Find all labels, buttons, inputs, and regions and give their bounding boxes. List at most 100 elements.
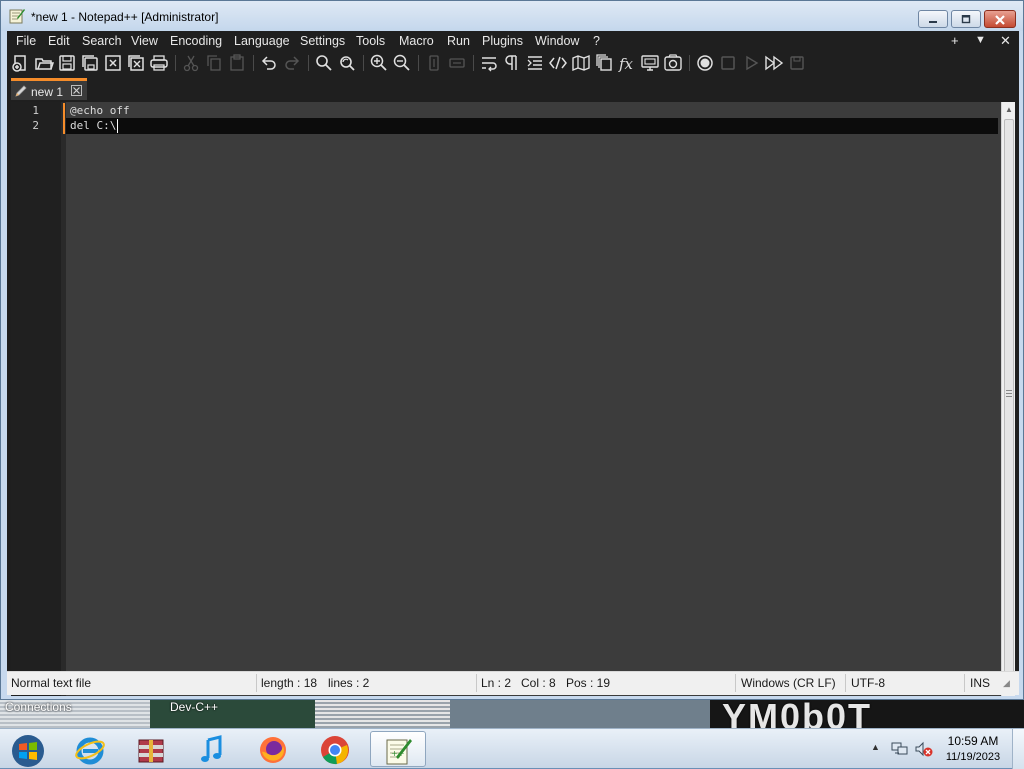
tab-bar: new 1 (7, 75, 1019, 101)
run-macro-multiple-icon[interactable] (764, 53, 784, 73)
menu-search[interactable]: Search (82, 34, 122, 48)
close-document-button[interactable]: ✕ (1000, 33, 1011, 49)
indent-guide-icon[interactable] (525, 53, 545, 73)
status-lines: lines : 2 (328, 676, 370, 690)
status-encoding: UTF-8 (851, 676, 885, 690)
notepadpp-window: *new 1 - Notepad++ [Administrator] File … (0, 0, 1024, 700)
line-number: 1 (32, 104, 39, 117)
find-replace-icon[interactable] (337, 53, 357, 73)
code-tags-icon[interactable] (548, 53, 568, 73)
find-icon[interactable] (314, 53, 334, 73)
zoom-out-icon[interactable] (392, 53, 412, 73)
internet-explorer-icon[interactable] (62, 731, 118, 767)
close-button[interactable] (984, 10, 1016, 28)
vertical-scrollbar[interactable]: ▲ ▼ (1001, 102, 1015, 696)
scroll-up-arrow-icon[interactable]: ▲ (1005, 105, 1013, 114)
desktop-icon-label[interactable]: Connections (5, 700, 72, 714)
show-all-characters-icon[interactable] (502, 53, 522, 73)
desktop-wallpaper-segment (450, 700, 710, 728)
maximize-button[interactable] (951, 10, 981, 28)
function-list-icon[interactable]: fx (617, 53, 637, 73)
pencil-icon (14, 84, 28, 103)
status-bar: Normal text file length : 18 lines : 2 L… (7, 671, 1019, 695)
toolbar: fx (7, 51, 1019, 75)
zoom-in-icon[interactable] (369, 53, 389, 73)
new-tab-plus-button[interactable]: + (951, 33, 959, 48)
open-folder-icon[interactable] (34, 53, 54, 73)
redo-icon (282, 53, 302, 73)
tab-new-1[interactable]: new 1 (11, 78, 87, 100)
scrollbar-thumb[interactable] (1004, 119, 1014, 679)
play-macro-icon (741, 53, 761, 73)
toolbar-separator (689, 55, 690, 71)
record-macro-icon[interactable] (695, 53, 715, 73)
desktop-background: Connections Dev-C++ YM0b0T (0, 700, 1024, 728)
show-desktop-button[interactable] (1012, 729, 1024, 769)
toolbar-separator (418, 55, 419, 71)
menu-macro[interactable]: Macro (399, 34, 434, 48)
client-area: File Edit Search View Encoding Language … (7, 31, 1019, 696)
print-icon[interactable] (149, 53, 169, 73)
menu-edit[interactable]: Edit (48, 34, 70, 48)
toolbar-separator (363, 55, 364, 71)
menu-window[interactable]: Window (535, 34, 579, 48)
desktop-wallpaper-segment (315, 700, 450, 728)
sync-horizontal-scroll-icon (447, 53, 467, 73)
toolbar-separator (175, 55, 176, 71)
tab-list-dropdown-button[interactable]: ▼ (975, 34, 986, 46)
taskbar: ++ ▲ 10:59 AM 11/19/2023 (0, 728, 1024, 769)
menu-bar: File Edit Search View Encoding Language … (7, 31, 1019, 51)
tab-close-icon[interactable] (71, 85, 82, 96)
new-file-icon[interactable] (11, 53, 31, 73)
svg-text:fx: fx (618, 55, 634, 73)
notepadpp-app-icon[interactable] (9, 8, 25, 24)
menu-run[interactable]: Run (447, 34, 470, 48)
volume-muted-icon[interactable] (914, 741, 934, 762)
clock-time[interactable]: 10:59 AM (940, 734, 1006, 748)
menu-tools[interactable]: Tools (356, 34, 385, 48)
status-pos: Pos : 19 (566, 676, 611, 690)
editor-area[interactable]: 1 2 @echo off del C:\ ▲ ▼ (11, 102, 1015, 696)
show-hidden-icons-arrow-icon[interactable]: ▲ (871, 742, 880, 752)
resize-grip-icon[interactable]: ◢ (1003, 678, 1010, 689)
window-title: *new 1 - Notepad++ [Administrator] (31, 10, 219, 24)
start-button[interactable] (0, 731, 56, 767)
desktop-icon-label[interactable]: Dev-C++ (170, 700, 218, 714)
monitoring-icon[interactable] (663, 53, 683, 73)
stop-recording-icon (718, 53, 738, 73)
save-icon[interactable] (57, 53, 77, 73)
title-bar[interactable]: *new 1 - Notepad++ [Administrator] (1, 1, 1023, 31)
close-all-icon[interactable] (126, 53, 146, 73)
tab-label: new 1 (31, 85, 64, 99)
document-list-icon[interactable] (594, 53, 614, 73)
cut-icon (181, 53, 201, 73)
code-line-1[interactable]: @echo off (66, 103, 998, 119)
toolbar-separator (473, 55, 474, 71)
document-map-icon[interactable] (571, 53, 591, 73)
save-all-icon[interactable] (80, 53, 100, 73)
menu-plugins[interactable]: Plugins (482, 34, 523, 48)
menu-language[interactable]: Language (234, 34, 290, 48)
code-line-2-current[interactable]: del C:\ (66, 118, 998, 134)
notepadpp-taskbar-button[interactable]: ++ (370, 731, 426, 767)
menu-encoding[interactable]: Encoding (170, 34, 222, 48)
chrome-icon[interactable] (307, 731, 363, 767)
change-history-marker (63, 118, 65, 134)
undo-icon[interactable] (259, 53, 279, 73)
folder-as-workspace-icon[interactable] (640, 53, 660, 73)
menu-file[interactable]: File (16, 34, 36, 48)
paste-icon (227, 53, 247, 73)
minimize-button[interactable] (918, 10, 948, 28)
word-wrap-icon[interactable] (479, 53, 499, 73)
archive-app-icon[interactable] (123, 731, 179, 767)
menu-view[interactable]: View (131, 34, 158, 48)
network-icon[interactable] (891, 741, 909, 762)
firefox-icon[interactable] (245, 731, 301, 767)
menu-settings[interactable]: Settings (300, 34, 345, 48)
menu-help[interactable]: ? (593, 34, 600, 48)
clock-date[interactable]: 11/19/2023 (940, 751, 1006, 763)
close-file-icon[interactable] (103, 53, 123, 73)
music-player-icon[interactable] (184, 731, 240, 767)
status-separator (735, 674, 736, 692)
copy-icon (204, 53, 224, 73)
